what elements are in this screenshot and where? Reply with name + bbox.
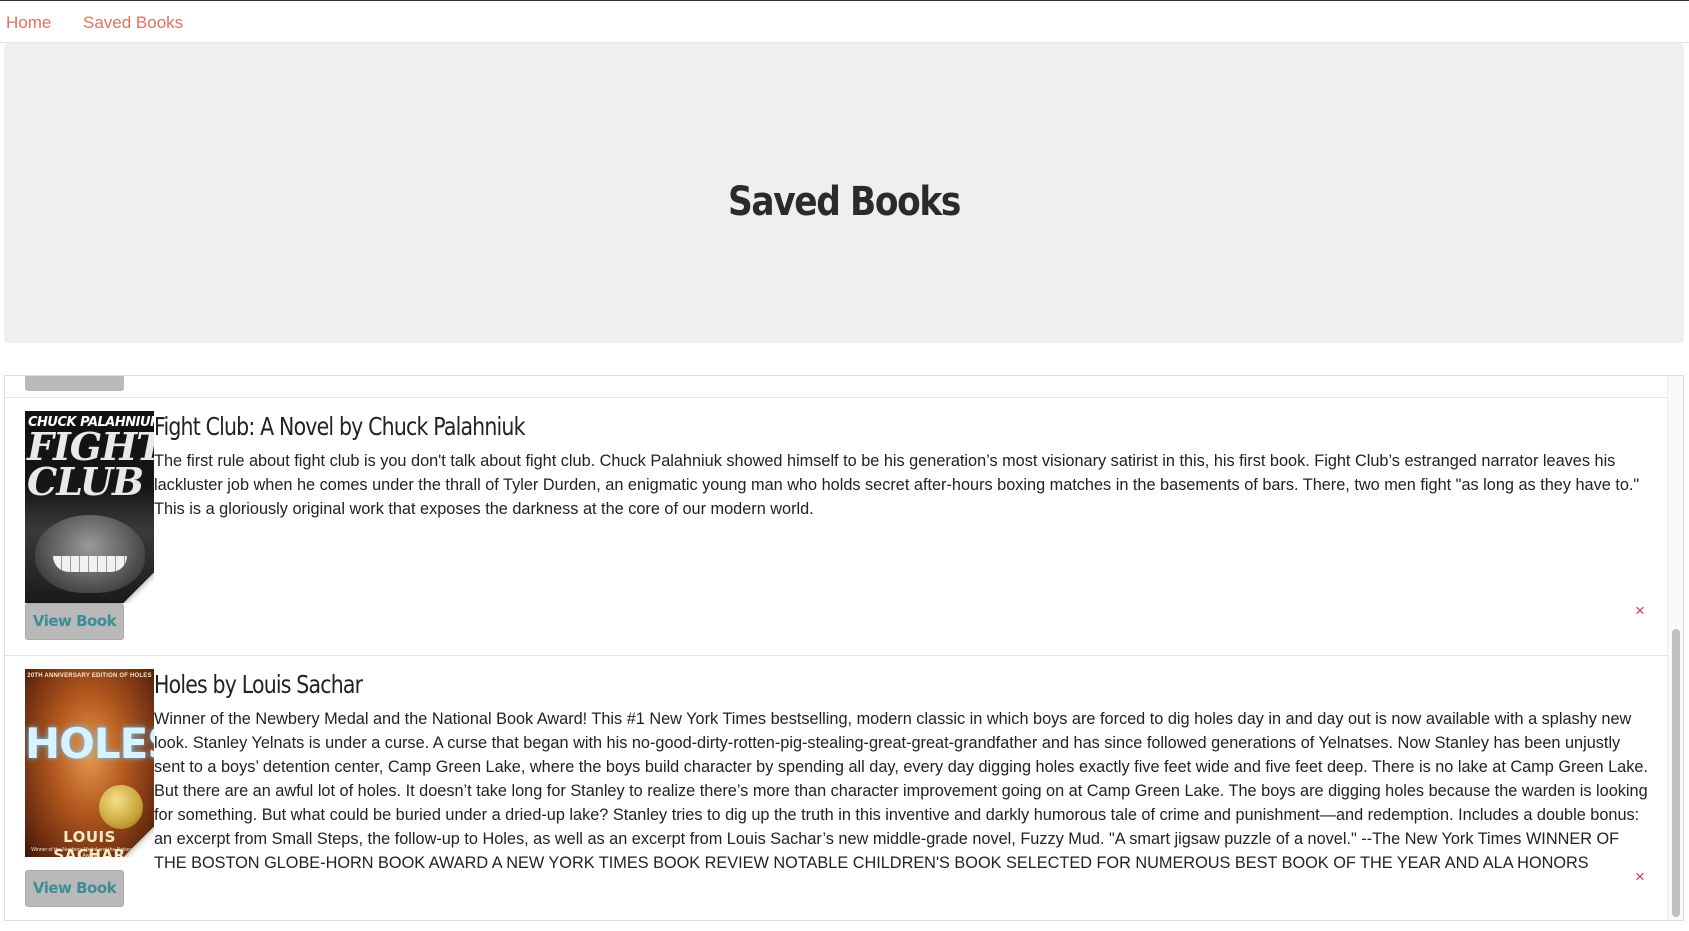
cover-title-line2: CLUB [27,459,144,504]
book-cover-image: CHUCK PALAHNIUK FIGHT CLUB [25,411,154,603]
book-title: Holes by Louis Sachar [154,670,363,699]
delete-book-button[interactable]: × [1635,601,1645,621]
page-curl [124,827,154,857]
newbery-medal-icon [99,785,143,829]
page-title: Saved Books [727,179,961,225]
view-book-button[interactable]: View Book [25,870,124,907]
book-description: The first rule about fight club is you d… [154,452,1640,518]
book-description: Winner of the Newbery Medal and the Nati… [154,710,1648,872]
page-curl [124,573,154,603]
nav-saved-books-link[interactable]: Saved Books [83,13,183,33]
cover-title-text: HOLES [25,719,154,768]
book-title: Fight Club: A Novel by Chuck Palahniuk [154,412,525,441]
scrollbar[interactable] [1667,376,1683,920]
book-cover-image: 20TH ANNIVERSARY EDITION OF HOLES HOLES … [25,669,154,857]
cover-edition-text: 20TH ANNIVERSARY EDITION OF HOLES [27,673,152,679]
nav-home-link[interactable]: Home [6,13,51,33]
view-book-button-previous[interactable] [25,376,124,391]
hero-banner: Saved Books [4,43,1684,343]
saved-books-scroll-area: CHUCK PALAHNIUK FIGHT CLUB Fight Club: A… [5,376,1669,920]
cover-teeth-illustration [53,556,127,572]
view-book-button[interactable]: View Book [25,603,124,640]
cover-title-text: FIGHT CLUB [27,428,154,501]
book-item: 20TH ANNIVERSARY EDITION OF HOLES HOLES … [5,656,1669,920]
navbar: Home Saved Books [0,0,1689,43]
scrollbar-thumb[interactable] [1672,629,1680,917]
saved-books-list[interactable]: CHUCK PALAHNIUK FIGHT CLUB Fight Club: A… [4,375,1684,921]
delete-book-button[interactable]: × [1635,867,1645,887]
book-item: CHUCK PALAHNIUK FIGHT CLUB Fight Club: A… [5,398,1669,640]
